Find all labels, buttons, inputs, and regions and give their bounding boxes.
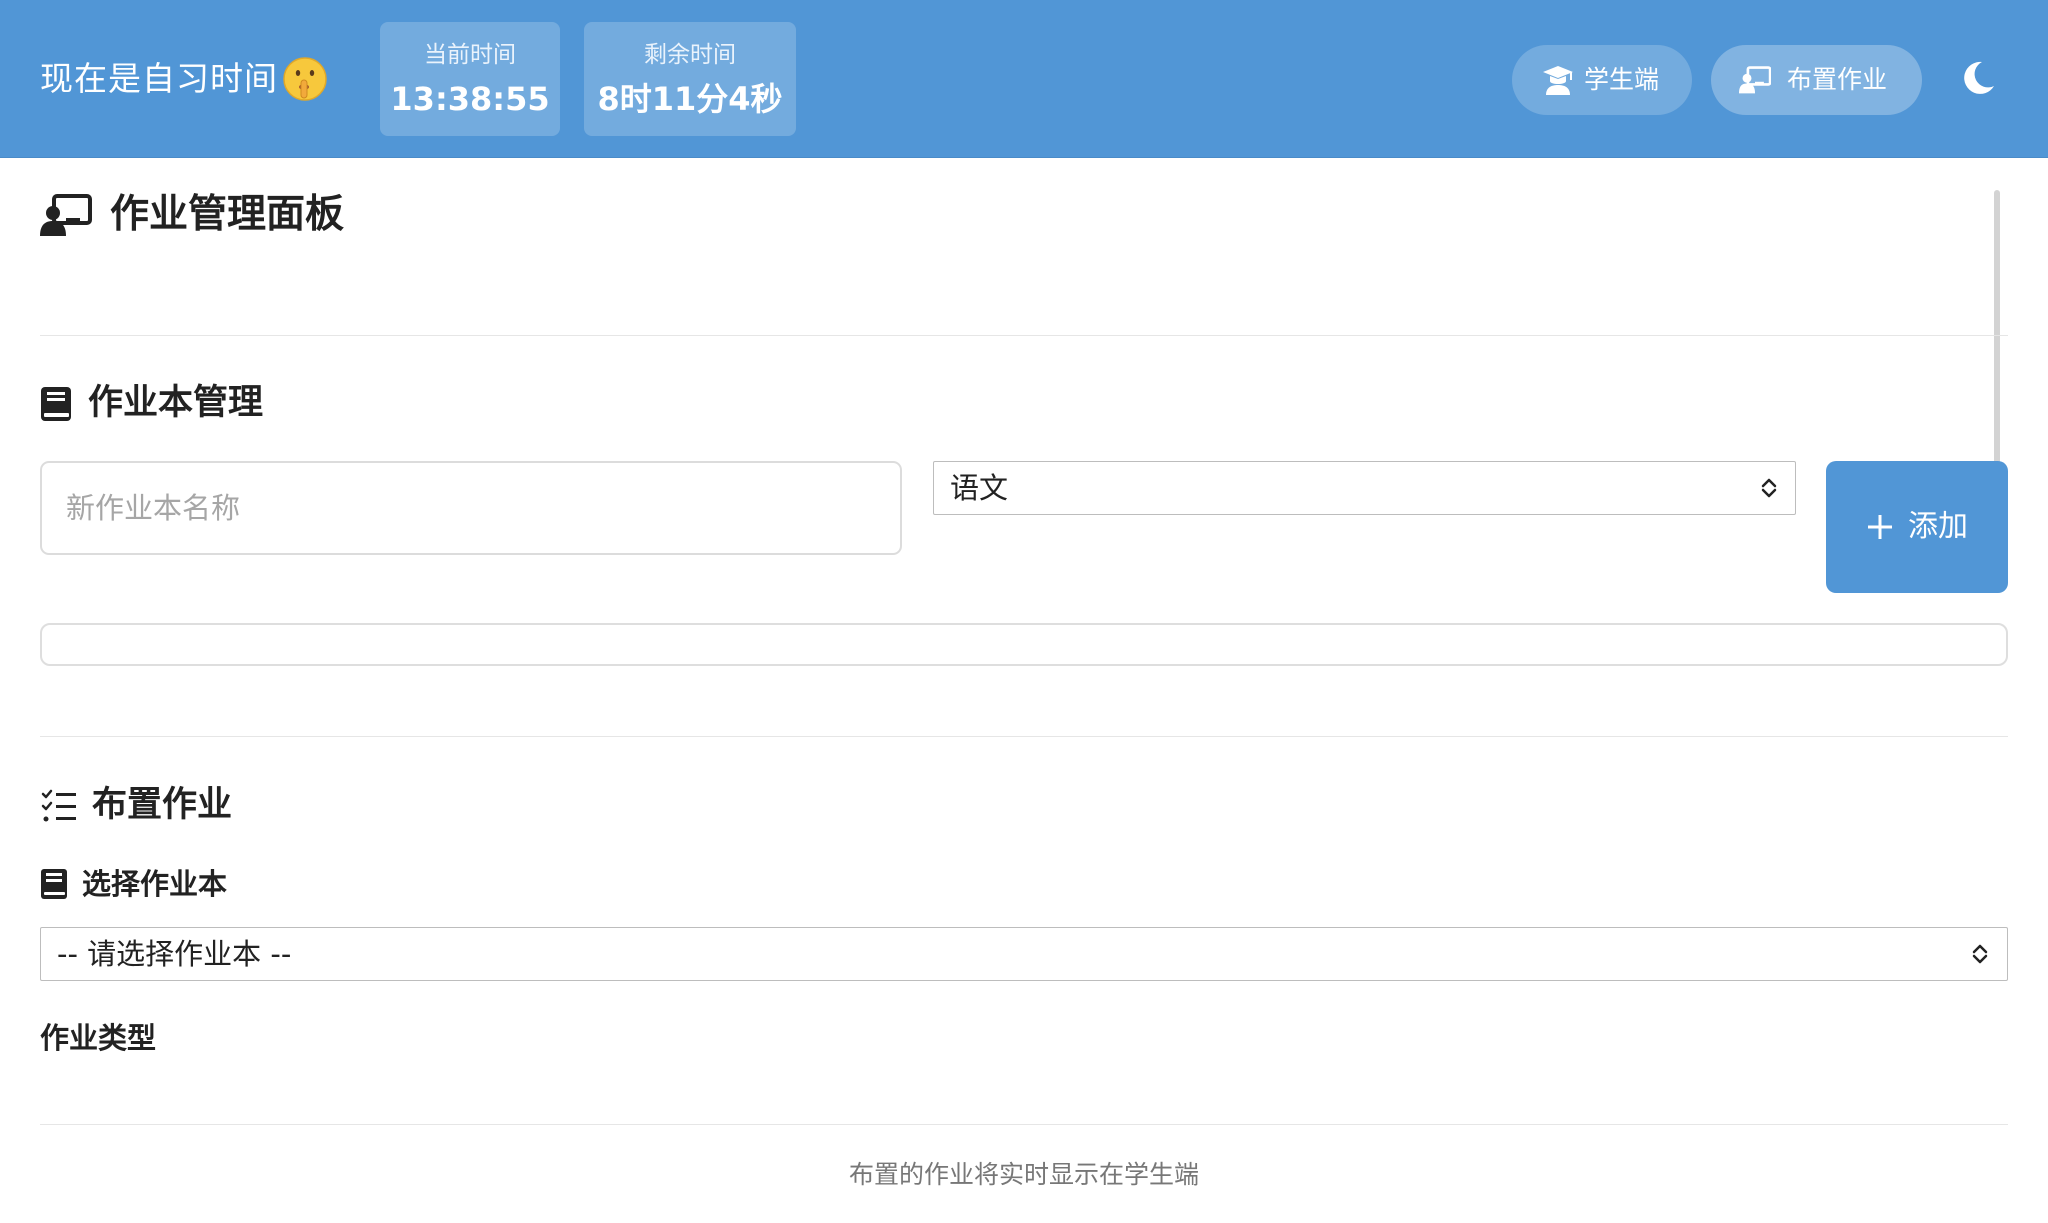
graduate-icon	[1543, 66, 1573, 95]
remaining-time-value: 8时11分4秒	[597, 80, 783, 118]
current-time-card: 当前时间 13:38:55	[380, 22, 560, 136]
assign-homework-button[interactable]: 布置作业	[1711, 45, 1922, 115]
subject-select[interactable]: 语文	[933, 461, 1796, 515]
homework-type-label: 作业类型	[40, 1021, 157, 1055]
notebook-select-value: -- 请选择作业本 --	[57, 937, 292, 971]
assign-homework-label: 布置作业	[1787, 65, 1888, 94]
current-time-label: 当前时间	[424, 42, 516, 68]
panel-title: 作业管理面板	[110, 192, 345, 237]
footer-note: 布置的作业将实时显示在学生端	[848, 1160, 1199, 1189]
current-time-value: 13:38:55	[390, 80, 550, 118]
notebook-select[interactable]: -- 请选择作业本 --	[40, 927, 2008, 981]
footer-divider	[40, 1124, 2008, 1125]
book-icon	[41, 869, 67, 899]
notebook-name-input[interactable]	[40, 461, 902, 555]
section-divider	[40, 335, 2008, 336]
choose-notebook-label: 选择作业本	[82, 867, 228, 901]
remaining-time-label: 剩余时间	[644, 42, 736, 68]
student-view-label: 学生端	[1584, 65, 1660, 94]
student-view-button[interactable]: 学生端	[1512, 45, 1692, 115]
status-text: 现在是自习时间	[40, 59, 278, 98]
notebook-list	[40, 623, 2008, 666]
section-divider	[40, 736, 2008, 737]
shushing-face-icon	[283, 57, 327, 101]
teacher-board-icon	[1739, 66, 1771, 94]
add-notebook-label: 添加	[1908, 510, 1968, 543]
book-icon	[41, 387, 71, 421]
plus-icon	[1868, 515, 1892, 539]
notebook-manager-title: 作业本管理	[88, 383, 264, 423]
remaining-time-card: 剩余时间 8时11分4秒	[584, 22, 796, 136]
checklist-icon	[41, 789, 76, 822]
subject-select-value: 语文	[950, 471, 1009, 505]
top-header: 现在是自习时间 当前时间 13:38:55 剩余时间 8时11分4秒 学生端 布…	[0, 0, 2048, 158]
add-notebook-button[interactable]: 添加	[1826, 461, 2008, 593]
app-window: 现在是自习时间 当前时间 13:38:55 剩余时间 8时11分4秒 学生端 布…	[0, 0, 2048, 1223]
chevron-up-down-icon	[1761, 478, 1777, 498]
moon-icon[interactable]	[1960, 60, 1996, 96]
teacher-board-icon	[40, 194, 92, 236]
assign-homework-title: 布置作业	[92, 785, 233, 825]
chevron-up-down-icon	[1972, 944, 1988, 964]
